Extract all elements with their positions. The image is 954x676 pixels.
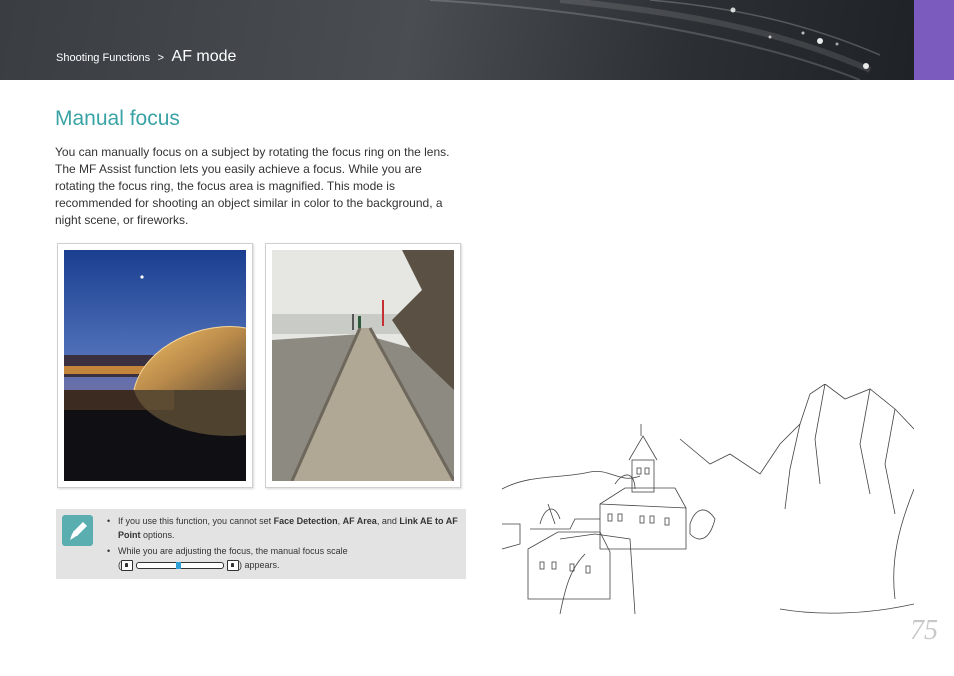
focus-scale-marker [176, 562, 181, 570]
note-item-2: While you are adjusting the focus, the m… [106, 544, 462, 572]
breadcrumb-section[interactable]: Shooting Functions [56, 52, 150, 64]
castle-line-illustration [501, 384, 914, 615]
breadcrumb-current: AF mode [171, 48, 237, 65]
page-number: 75 [910, 615, 938, 646]
note-item-1-text: If you use this function, you cannot set [118, 516, 274, 526]
breadcrumb-separator: > [157, 52, 165, 64]
note-item-2-end: ) appears. [239, 560, 280, 570]
chapter-tab[interactable] [914, 0, 954, 80]
page-title: Manual focus [55, 107, 180, 130]
note-item-1-sep-2: , and [376, 516, 400, 526]
night-scene-image [64, 250, 246, 481]
breadcrumb: Shooting Functions > AF mode [56, 48, 236, 66]
face-detection-term: Face Detection [273, 516, 338, 526]
header-swirl-decoration [429, 0, 881, 80]
near-focus-icon [121, 560, 133, 572]
photo-boardwalk [265, 243, 461, 488]
note-item-2-text: While you are adjusting the focus, the m… [118, 546, 348, 556]
focus-scale-bar [136, 562, 224, 570]
af-area-term: AF Area [342, 516, 377, 526]
body-paragraph: You can manually focus on a subject by r… [55, 145, 450, 227]
note-list: If you use this function, you cannot set… [106, 514, 462, 574]
boardwalk-image [272, 250, 454, 481]
note-item-1-end: options. [140, 530, 175, 540]
page-header: Shooting Functions > AF mode [0, 0, 914, 80]
pencil-note-icon [62, 515, 93, 546]
far-focus-icon [227, 560, 239, 572]
manual-focus-scale [121, 560, 239, 572]
photo-night-scene [57, 243, 253, 488]
note-item-1: If you use this function, you cannot set… [106, 514, 462, 542]
note-box: If you use this function, you cannot set… [56, 509, 466, 579]
